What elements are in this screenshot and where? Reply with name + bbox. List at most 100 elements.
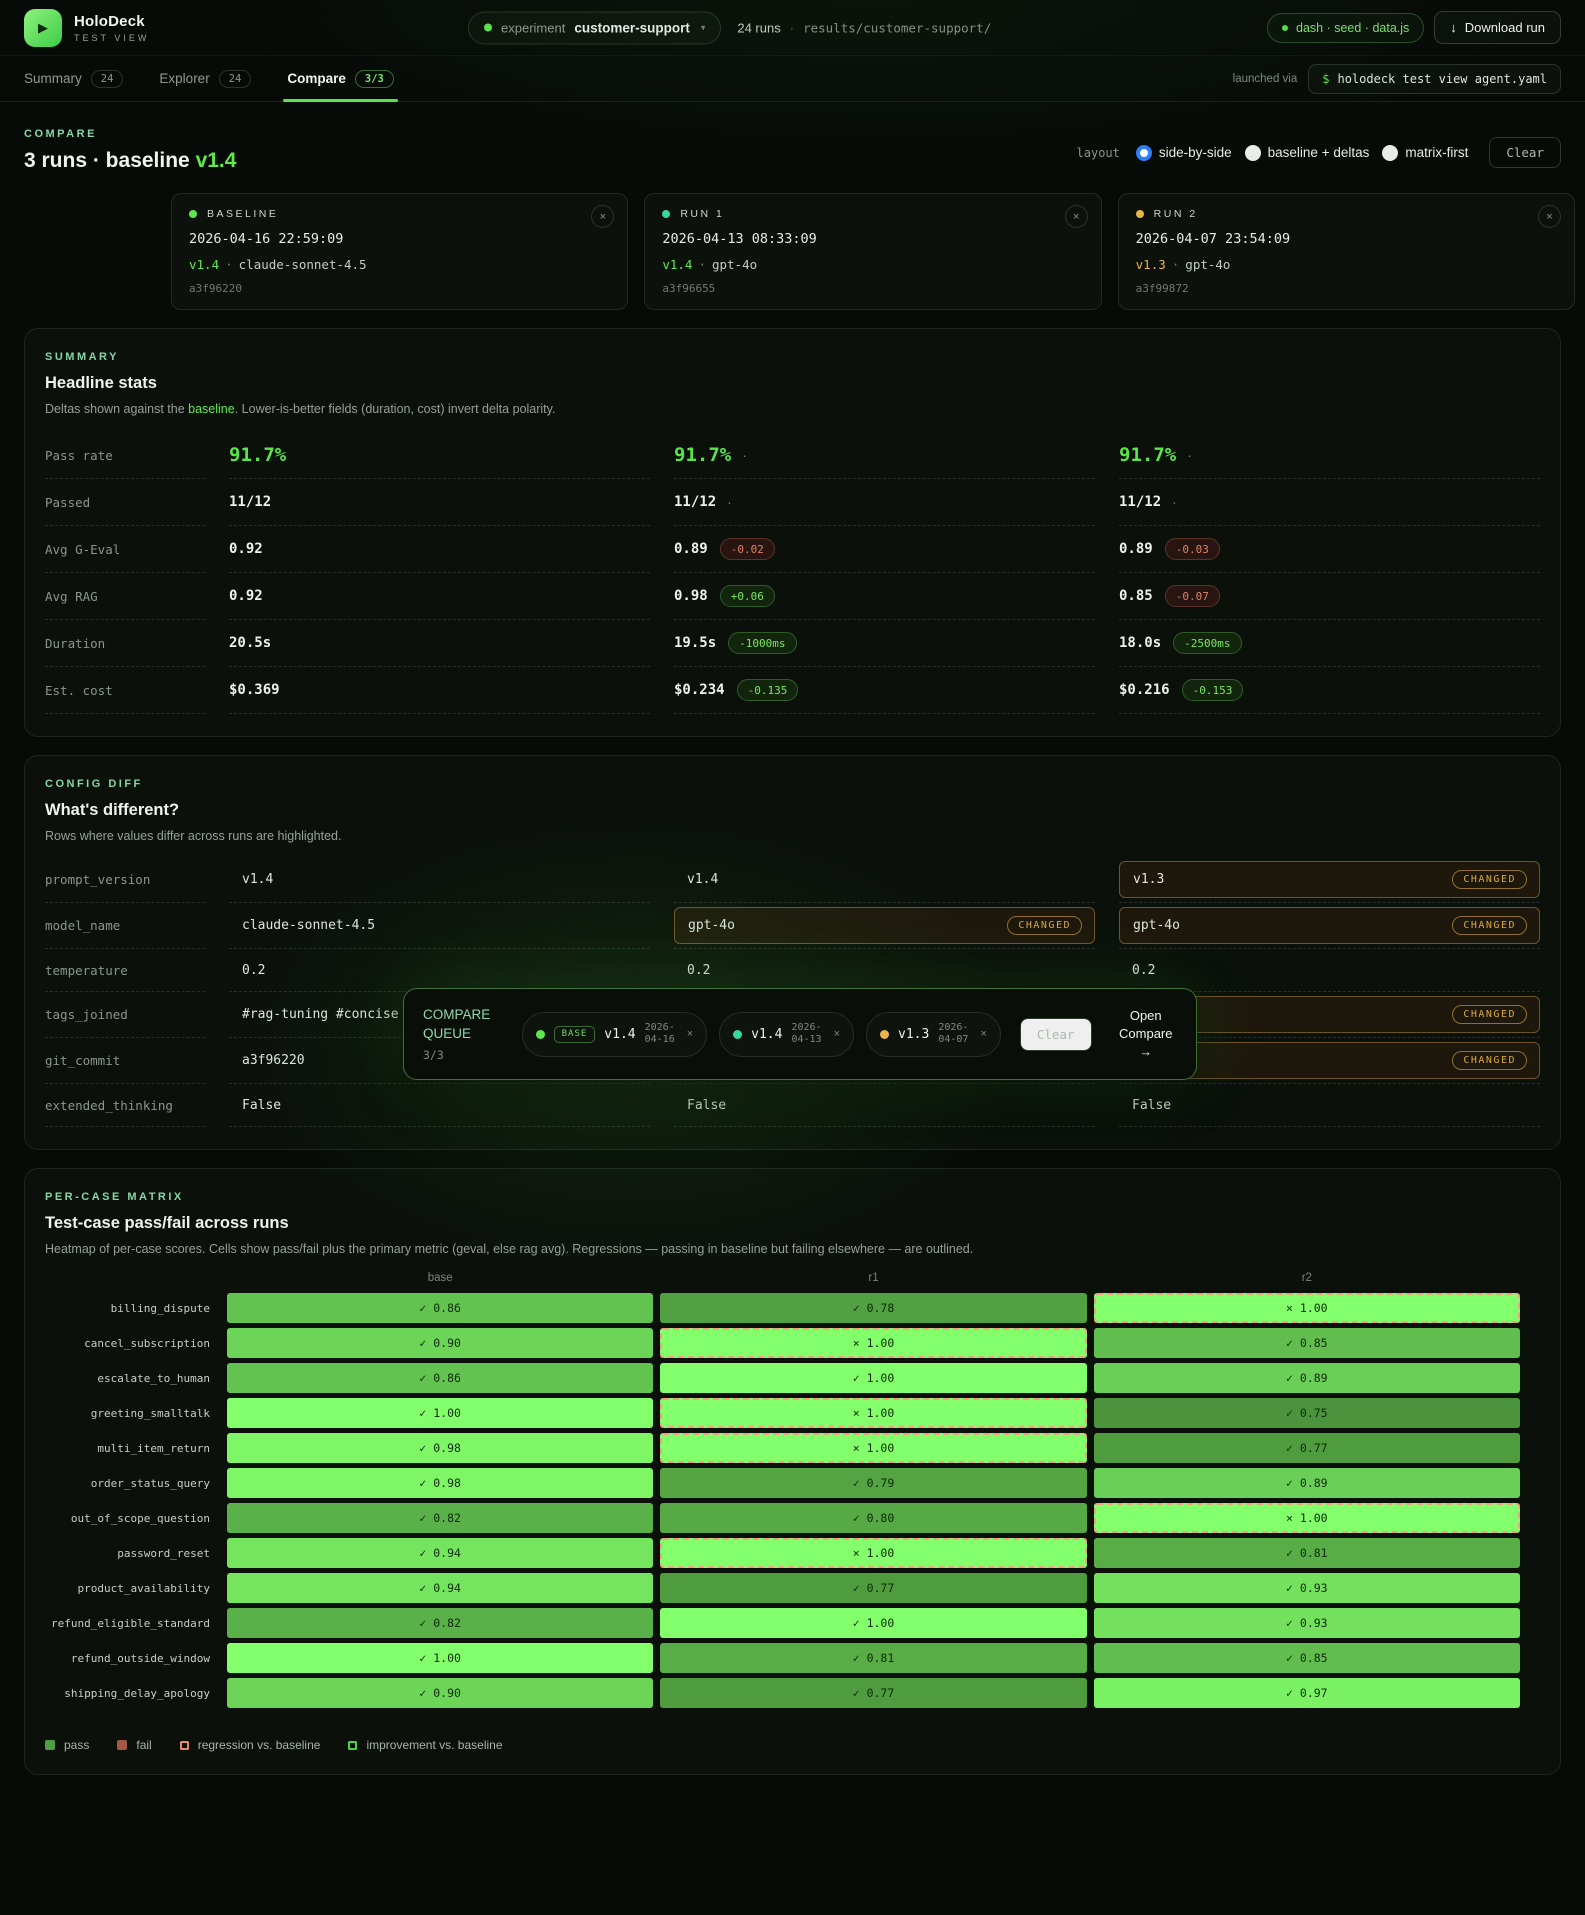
config-row: temperature 0.2 0.2 0.2	[45, 949, 1540, 992]
config-value: 0.2	[242, 962, 266, 978]
matrix-cell[interactable]: × 1.00	[660, 1398, 1087, 1428]
layout-option-side-by-side[interactable]: side-by-side	[1135, 144, 1232, 161]
run-hash: a3f96655	[662, 282, 716, 295]
tab-explorer[interactable]: Explorer 24	[159, 56, 252, 101]
config-value-cell: v1.3 CHANGED	[1119, 857, 1540, 903]
matrix-cell[interactable]: ✓ 0.75	[1093, 1398, 1520, 1428]
experiment-selector[interactable]: experiment customer-support ▾	[468, 11, 722, 44]
stat-value: 18.0s	[1119, 635, 1162, 651]
queue-clear-button[interactable]: Clear	[1019, 1017, 1092, 1051]
config-key: tags_joined	[45, 1007, 128, 1022]
matrix-cell[interactable]: ✓ 0.93	[1093, 1573, 1520, 1603]
headline-stats-table: Pass rate 91.7% 91.7% · 91.7% · Passed 11/12 11/…	[45, 432, 1540, 714]
stat-value-cell: 91.7%	[229, 432, 650, 479]
remove-icon[interactable]: ×	[687, 1028, 693, 1040]
tab-summary[interactable]: Summary 24	[24, 56, 124, 101]
open-compare-button[interactable]: Open Compare →	[1115, 1007, 1177, 1062]
matrix-row-label: multi_item_return	[97, 1441, 210, 1455]
matrix-cell[interactable]: ✓ 0.82	[227, 1503, 654, 1533]
remove-icon[interactable]: ×	[834, 1028, 840, 1040]
matrix-cell[interactable]: ✓ 0.77	[660, 1678, 1087, 1708]
matrix-cell[interactable]: ✓ 0.81	[660, 1643, 1087, 1673]
summary-kicker: SUMMARY	[45, 351, 119, 363]
matrix-cell[interactable]: × 1.00	[660, 1538, 1087, 1568]
launch-command-chip: $ holodeck test view agent.yaml	[1308, 63, 1561, 94]
layout-option-baseline-deltas[interactable]: baseline + deltas	[1244, 144, 1369, 161]
stat-row: Pass rate 91.7% 91.7% · 91.7% ·	[45, 432, 1540, 479]
matrix-cell[interactable]: ✓ 1.00	[227, 1643, 654, 1673]
queue-run-pill[interactable]: v1.4 2026- 04-13 ×	[719, 1011, 855, 1057]
matrix-cell[interactable]: ✓ 0.79	[660, 1468, 1087, 1498]
queue-run-pill[interactable]: BASE v1.4 2026- 04-16 ×	[521, 1011, 708, 1057]
matrix-cell[interactable]: × 1.00	[1093, 1503, 1520, 1533]
matrix-cell[interactable]: × 1.00	[660, 1328, 1087, 1358]
config-key-cell: temperature	[45, 949, 205, 992]
base-badge: BASE	[553, 1025, 596, 1043]
matrix-description: Heatmap of per-case scores. Cells show p…	[45, 1242, 974, 1256]
matrix-column-header: r2	[1301, 1272, 1312, 1284]
matrix-cell[interactable]: ✓ 0.86	[227, 1293, 654, 1323]
config-diff-title: What's different?	[45, 801, 180, 819]
close-icon[interactable]: ×	[1538, 205, 1561, 228]
radio-icon	[1382, 144, 1399, 161]
matrix-cell[interactable]: ✓ 0.82	[227, 1608, 654, 1638]
layout-options: side-by-side baseline + deltas matrix-firs…	[1135, 144, 1468, 161]
run-version: v1.4	[662, 257, 693, 272]
matrix-cell[interactable]: ✓ 1.00	[660, 1608, 1087, 1638]
matrix-cell[interactable]: ✓ 0.94	[227, 1538, 654, 1568]
layout-option-matrix-first[interactable]: matrix-first	[1382, 144, 1468, 161]
run-cards: BASELINE × 2026-04-16 22:59:09 v1.4 · claude-…	[171, 193, 1575, 310]
stat-value: 91.7%	[674, 444, 732, 466]
stat-value: 11/12	[229, 494, 272, 510]
close-icon[interactable]: ×	[1064, 205, 1088, 228]
config-value: gpt-4o	[688, 918, 735, 933]
close-icon[interactable]: ×	[591, 205, 615, 228]
legend-fail-swatch	[117, 1740, 128, 1750]
matrix-cell[interactable]: × 1.00	[1093, 1293, 1520, 1323]
matrix-cell[interactable]: ✓ 1.00	[660, 1363, 1087, 1393]
artifacts-label: dash · seed · data.js	[1296, 20, 1410, 35]
download-run-button[interactable]: ↓ Download run	[1434, 11, 1561, 44]
matrix-cell[interactable]: ✓ 0.85	[1093, 1328, 1520, 1358]
tab-compare[interactable]: Compare 3/3	[283, 56, 399, 102]
config-changed-cell: v1.3 CHANGED	[1119, 861, 1540, 898]
stat-value: $0.234	[674, 682, 725, 698]
matrix-cell[interactable]: ✓ 0.90	[227, 1328, 654, 1358]
matrix-cell[interactable]: ✓ 0.85	[1093, 1643, 1520, 1673]
artifacts-pill[interactable]: dash · seed · data.js	[1267, 12, 1425, 43]
matrix-cell[interactable]: ✓ 1.00	[227, 1398, 654, 1428]
clear-button[interactable]: Clear	[1489, 137, 1561, 168]
stat-value: $0.369	[229, 682, 280, 698]
matrix-cell[interactable]: ✓ 0.77	[1093, 1433, 1520, 1463]
matrix-cell[interactable]: ✓ 0.98	[227, 1468, 654, 1498]
stat-value-cell: 91.7% ·	[1119, 432, 1540, 479]
matrix-cell[interactable]: ✓ 0.89	[1093, 1363, 1520, 1393]
matrix-row-label: product_availability	[77, 1581, 210, 1595]
matrix-cell[interactable]: ✓ 0.98	[227, 1433, 654, 1463]
matrix-cell[interactable]: ✓ 0.78	[660, 1293, 1087, 1323]
stat-value: 0.89	[674, 541, 708, 557]
stat-value-cell: 0.98 +0.06	[674, 573, 1095, 620]
stat-row: Duration 20.5s 19.5s -1000ms 18.0s -2500ms	[45, 620, 1540, 667]
stat-value-cell: 0.92	[229, 526, 650, 573]
matrix-cell[interactable]: ✓ 0.97	[1093, 1678, 1520, 1708]
matrix-cell[interactable]: ✓ 0.86	[227, 1363, 654, 1393]
queue-run-pill[interactable]: v1.3 2026- 04-07 ×	[866, 1011, 1001, 1057]
matrix-cell[interactable]: ✓ 0.81	[1093, 1538, 1520, 1568]
remove-icon[interactable]: ×	[980, 1028, 986, 1040]
matrix-cell[interactable]: ✓ 0.80	[660, 1503, 1087, 1533]
experiment-status-dot	[484, 23, 492, 32]
queue-count: 3/3	[423, 1047, 444, 1062]
matrix-cell[interactable]: ✓ 0.77	[660, 1573, 1087, 1603]
matrix-cell[interactable]: ✓ 0.90	[227, 1678, 654, 1708]
matrix-cell[interactable]: ✓ 0.94	[227, 1573, 654, 1603]
matrix-cell[interactable]: ✓ 0.93	[1093, 1608, 1520, 1638]
config-value: v1.3	[1133, 872, 1165, 887]
config-value-cell: False	[1119, 1084, 1540, 1127]
changed-badge: CHANGED	[1452, 916, 1527, 935]
queue-run-version: v1.3	[898, 1026, 930, 1042]
config-value: False	[242, 1097, 282, 1113]
legend-regression-swatch	[179, 1740, 189, 1750]
matrix-cell[interactable]: ✓ 0.89	[1093, 1468, 1520, 1498]
matrix-cell[interactable]: × 1.00	[660, 1433, 1087, 1463]
